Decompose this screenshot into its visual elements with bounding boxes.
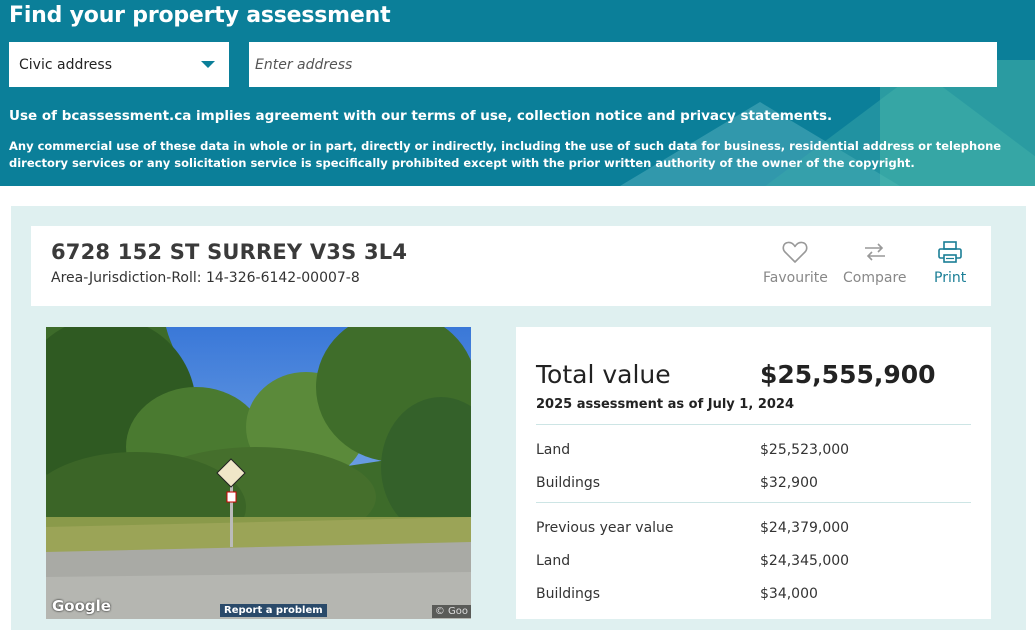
land-label: Land (536, 442, 571, 458)
assessment-value-card: Total value $25,555,900 2025 assessment … (516, 327, 991, 619)
total-value-amount: $25,555,900 (760, 360, 936, 389)
total-value-label: Total value (536, 360, 671, 389)
property-header-card: 6728 152 ST SURREY V3S 3L4 Area-Jurisdic… (31, 226, 991, 306)
property-address: 6728 152 ST SURREY V3S 3L4 (51, 240, 408, 264)
assessment-date: 2025 assessment as of July 1, 2024 (536, 397, 794, 412)
map-copyright: © Goo (431, 605, 471, 618)
divider (536, 424, 971, 425)
roll-number: Area-Jurisdiction-Roll: 14-326-6142-0000… (51, 270, 360, 286)
search-type-dropdown[interactable]: Civic address (9, 42, 229, 87)
print-button[interactable]: Print (934, 240, 966, 286)
heart-icon (782, 241, 808, 263)
previous-year-value: $24,379,000 (760, 520, 850, 536)
google-logo: Google (52, 597, 111, 615)
favourite-label: Favourite (763, 270, 828, 286)
address-search-input[interactable] (249, 42, 997, 87)
commercial-use-notice: Any commercial use of these data in whol… (9, 139, 1002, 170)
favourite-button[interactable]: Favourite (763, 240, 828, 286)
previous-buildings-label: Buildings (536, 586, 601, 602)
previous-land-label: Land (536, 553, 571, 569)
search-type-label: Civic address (19, 56, 112, 73)
buildings-label: Buildings (536, 475, 601, 491)
chevron-down-icon (201, 61, 215, 68)
street-view-scene (46, 327, 471, 619)
page-title: Find your property assessment (9, 3, 391, 28)
compare-icon (864, 243, 885, 261)
printer-icon (938, 241, 962, 263)
buildings-value: $32,900 (760, 475, 818, 491)
search-banner: Find your property assessment Civic addr… (0, 0, 1035, 186)
previous-year-label: Previous year value (536, 520, 674, 536)
report-problem-link[interactable]: Report a problem (220, 604, 327, 617)
print-label: Print (934, 270, 967, 286)
street-view-image[interactable]: Google Report a problem © Goo (46, 327, 471, 619)
previous-buildings-value: $34,000 (760, 586, 818, 602)
land-value: $25,523,000 (760, 442, 850, 458)
compare-label: Compare (843, 270, 907, 286)
terms-notice: Use of bcassessment.ca implies agreement… (9, 108, 833, 124)
divider (536, 502, 971, 503)
compare-button[interactable]: Compare (843, 240, 907, 286)
previous-land-value: $24,345,000 (760, 553, 850, 569)
